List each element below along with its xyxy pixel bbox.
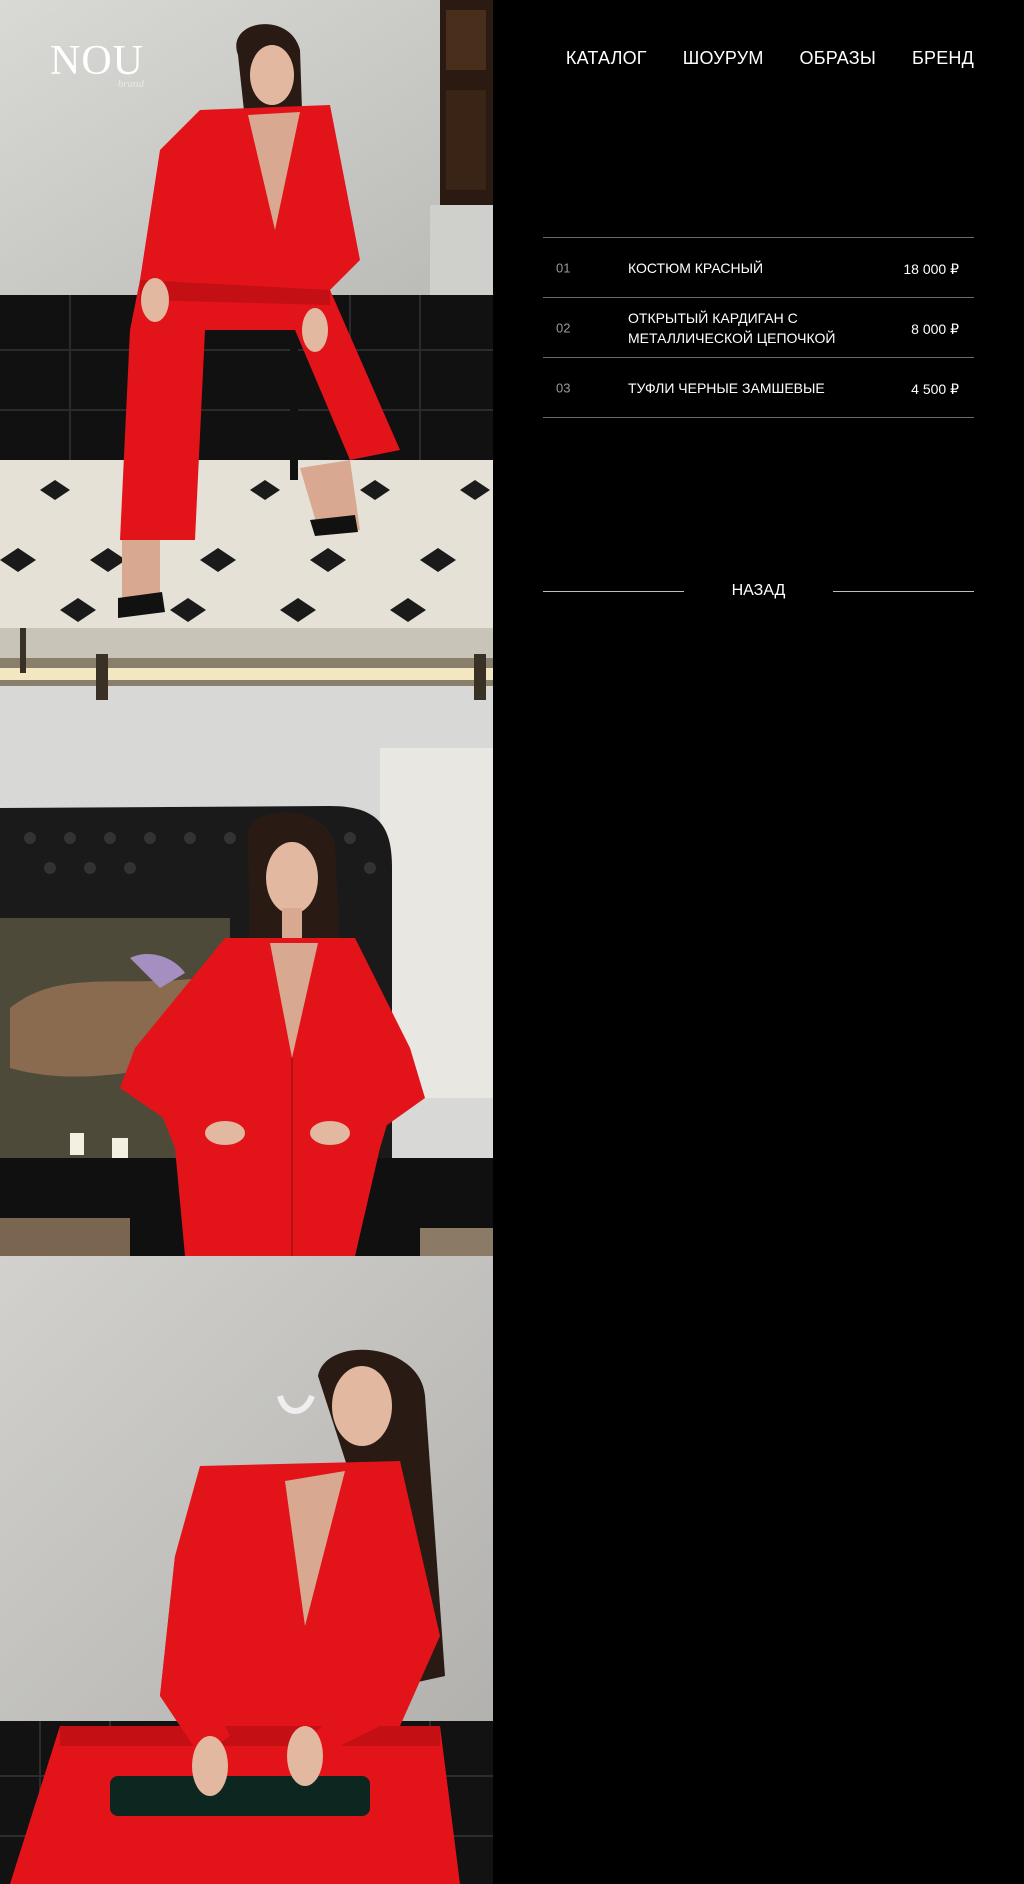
page: NOU brand КАТАЛОГ ШОУРУМ ОБРАЗЫ БРЕНД 01… [0,0,1024,1884]
product-name[interactable]: ОТКРЫТЫЙ КАРДИГАН С МЕТАЛЛИЧЕСКОЙ ЦЕПОЧК… [628,308,878,348]
nav-item-brand[interactable]: БРЕНД [912,48,974,69]
divider-right [833,591,974,592]
nav-item-showroom[interactable]: ШОУРУМ [683,48,764,69]
brand-logo[interactable]: NOU brand [50,38,150,92]
logo-subtitle: brand [117,78,144,90]
photo-gallery [0,0,493,1884]
product-row[interactable]: 03 ТУФЛИ ЧЕРНЫЕ ЗАМШЕВЫЕ 4 500 ₽ [543,358,974,418]
main-nav: КАТАЛОГ ШОУРУМ ОБРАЗЫ БРЕНД [566,48,974,69]
look-product-list: 01 КОСТЮМ КРАСНЫЙ 18 000 ₽ 02 ОТКРЫТЫЙ К… [543,237,974,418]
product-name[interactable]: ТУФЛИ ЧЕРНЫЕ ЗАМШЕВЫЕ [628,378,878,398]
product-price: 4 500 ₽ [911,380,959,397]
product-number: 02 [556,320,571,335]
back-link[interactable]: НАЗАД [543,576,974,606]
look-photo-2 [0,628,493,1256]
look-photo-1 [0,0,493,628]
product-name[interactable]: КОСТЮМ КРАСНЫЙ [628,258,878,278]
product-price: 18 000 ₽ [903,260,959,277]
product-row[interactable]: 02 ОТКРЫТЫЙ КАРДИГАН С МЕТАЛЛИЧЕСКОЙ ЦЕП… [543,298,974,358]
product-number: 01 [556,260,571,275]
product-number: 03 [556,380,571,395]
product-price: 8 000 ₽ [911,320,959,337]
product-row[interactable]: 01 КОСТЮМ КРАСНЫЙ 18 000 ₽ [543,238,974,298]
nav-item-looks[interactable]: ОБРАЗЫ [800,48,876,69]
look-photo-3 [0,1256,493,1884]
nav-item-catalog[interactable]: КАТАЛОГ [566,48,647,69]
